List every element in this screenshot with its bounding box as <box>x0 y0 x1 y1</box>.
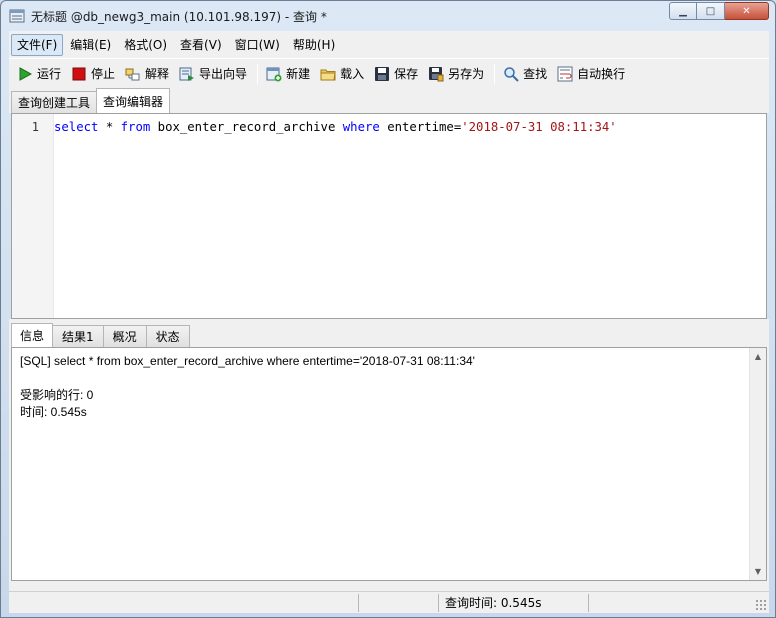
sql-editor[interactable]: 1 select * from box_enter_record_archive… <box>11 113 767 319</box>
load-label: 载入 <box>340 67 365 81</box>
sql-code-line[interactable]: select * from box_enter_record_archive w… <box>54 114 617 318</box>
tab-query-builder[interactable]: 查询创建工具 <box>11 91 98 113</box>
editor-tabs: 查询创建工具 查询编辑器 <box>9 88 769 113</box>
menu-format[interactable]: 格式(O) <box>118 34 173 56</box>
save-as-icon <box>428 66 444 82</box>
magnifier-icon <box>503 66 519 82</box>
stop-label: 停止 <box>91 67 116 81</box>
info-pane[interactable]: [SQL] select * from box_enter_record_arc… <box>11 347 767 581</box>
status-bar: 查询时间: 0.545s <box>9 591 769 613</box>
explain-label: 解释 <box>145 67 170 81</box>
results-tabs: 信息 结果1 概况 状态 <box>11 323 190 347</box>
info-sql-line: [SQL] select * from box_enter_record_arc… <box>20 354 475 368</box>
menu-help[interactable]: 帮助(H) <box>287 34 341 56</box>
sql-text: * <box>98 120 121 134</box>
status-cell-empty <box>359 593 439 612</box>
run-button[interactable]: 运行 <box>13 62 65 86</box>
menu-window[interactable]: 窗口(W) <box>229 34 286 56</box>
info-affected-rows: 受影响的行: 0 <box>20 388 94 402</box>
tab-query-editor[interactable]: 查询编辑器 <box>96 88 171 113</box>
save-as-button[interactable]: 另存为 <box>424 62 488 86</box>
new-label: 新建 <box>286 67 311 81</box>
run-label: 运行 <box>37 67 62 81</box>
info-time: 时间: 0.545s <box>20 405 87 419</box>
menu-edit[interactable]: 编辑(E) <box>64 34 117 56</box>
scroll-up-icon[interactable]: ▲ <box>750 348 766 365</box>
info-blank-line <box>20 370 475 387</box>
word-wrap-button[interactable]: 自动换行 <box>553 62 629 86</box>
app-icon <box>9 8 25 24</box>
sql-table-name: box_enter_record_archive <box>150 120 343 134</box>
stop-icon <box>71 66 87 82</box>
save-icon <box>374 66 390 82</box>
toolbar: 运行 停止 解释 导出向导 新建 载入 保存 另存为 查找 自动换行 <box>9 58 769 88</box>
word-wrap-icon <box>557 66 573 82</box>
line-number-gutter: 1 <box>12 114 54 318</box>
close-icon: ✕ <box>742 5 751 17</box>
tab-info[interactable]: 信息 <box>11 323 54 347</box>
explain-button[interactable]: 解释 <box>121 62 173 86</box>
vertical-scrollbar[interactable]: ▲ ▼ <box>749 348 766 580</box>
toolbar-separator <box>494 63 496 84</box>
tab-overview[interactable]: 概况 <box>102 325 147 347</box>
sql-condition: entertime= <box>379 120 462 134</box>
scroll-down-icon[interactable]: ▼ <box>750 563 766 580</box>
menu-file[interactable]: 文件(F) <box>11 33 64 56</box>
line-number: 1 <box>31 120 39 134</box>
save-label: 保存 <box>394 67 419 81</box>
toolbar-separator <box>257 63 259 84</box>
play-icon <box>17 66 33 82</box>
menu-view[interactable]: 查看(V) <box>174 34 228 56</box>
app-window: 无标题 @db_newg3_main (10.101.98.197) - 查询 … <box>0 0 776 618</box>
new-query-icon <box>266 66 282 82</box>
load-button[interactable]: 载入 <box>316 62 368 86</box>
resize-grip[interactable] <box>755 599 767 611</box>
export-icon <box>179 66 195 82</box>
new-button[interactable]: 新建 <box>262 62 314 86</box>
window-title: 无标题 @db_newg3_main (10.101.98.197) - 查询 … <box>31 9 327 24</box>
tab-status[interactable]: 状态 <box>145 325 190 347</box>
minimize-button[interactable]: ▁ <box>669 2 697 20</box>
close-button[interactable]: ✕ <box>725 2 769 20</box>
status-query-time: 查询时间: 0.545s <box>439 593 589 612</box>
find-button[interactable]: 查找 <box>499 62 551 86</box>
explain-icon <box>125 66 141 82</box>
save-button[interactable]: 保存 <box>370 62 422 86</box>
maximize-button[interactable]: □ <box>697 2 725 20</box>
results-panel: 信息 结果1 概况 状态 [SQL] select * from box_ent… <box>9 319 769 591</box>
tab-result-1[interactable]: 结果1 <box>52 325 104 347</box>
maximize-icon: □ <box>705 5 716 17</box>
export-wizard-button[interactable]: 导出向导 <box>175 62 251 86</box>
sql-keyword-select: select <box>54 120 99 134</box>
sql-keyword-where: where <box>342 120 380 134</box>
stop-button[interactable]: 停止 <box>67 62 119 86</box>
caption-buttons: ▁ □ ✕ <box>669 2 769 20</box>
status-cell-empty <box>9 593 359 612</box>
title-bar[interactable]: 无标题 @db_newg3_main (10.101.98.197) - 查询 … <box>1 1 775 31</box>
minimize-icon: ▁ <box>679 5 687 17</box>
save-as-label: 另存为 <box>448 67 485 81</box>
info-text: [SQL] select * from box_enter_record_arc… <box>20 353 475 421</box>
menu-bar: 文件(F) 编辑(E) 格式(O) 查看(V) 窗口(W) 帮助(H) <box>9 31 769 58</box>
word-wrap-label: 自动换行 <box>577 67 626 81</box>
sql-keyword-from: from <box>120 120 151 134</box>
sql-string-literal: '2018-07-31 08:11:34' <box>461 120 617 134</box>
folder-icon <box>320 66 336 82</box>
find-label: 查找 <box>523 67 548 81</box>
export-label: 导出向导 <box>199 67 248 81</box>
